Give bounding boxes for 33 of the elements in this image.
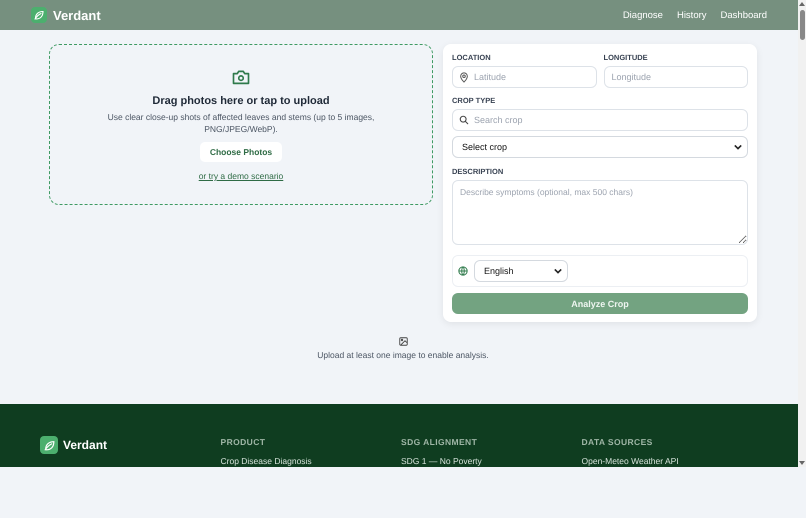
footer-heading: SDG ALIGNMENT <box>401 437 478 447</box>
description-field[interactable]: Describe symptoms (optional, max 500 chars) <box>452 180 748 245</box>
brand-name: Verdant <box>53 8 101 22</box>
footer-brand-name: Verdant <box>63 437 108 454</box>
upload-title: Drag photos here or tap to upload <box>152 95 330 107</box>
camera-icon <box>232 69 250 85</box>
upload-notice: Upload at least one image to enable analysis. <box>317 350 489 360</box>
chevron-down-icon <box>734 144 742 150</box>
language-select[interactable]: English <box>474 260 568 282</box>
demo-link[interactable]: or try a demo scenario <box>198 171 284 181</box>
scrollbar[interactable] <box>798 0 806 467</box>
scroll-up-icon[interactable] <box>799 2 805 6</box>
scroll-down-icon[interactable] <box>799 461 805 465</box>
image-icon <box>398 337 408 346</box>
latitude-field[interactable]: Latitude <box>452 66 596 88</box>
crop-search-field[interactable]: Search crop <box>452 109 748 131</box>
upload-dropzone[interactable]: Drag photos here or tap to upload Use clear close-up shots of affected leaves and stems (up to 5 images, PNG/JPEG/WebP). Choose Photos or try a demo scenario <box>49 44 433 205</box>
chevron-down-icon <box>554 268 562 274</box>
footer-link[interactable]: SDG 1 — No Poverty <box>401 456 582 466</box>
crop-select[interactable]: Select crop <box>452 136 748 158</box>
scrollbar-thumb[interactable] <box>800 10 804 40</box>
globe-icon <box>458 266 468 276</box>
footer-link[interactable]: Crop Disease Diagnosis <box>220 456 401 466</box>
longitude-field[interactable]: Longitude <box>604 66 748 88</box>
leaf-logo-icon <box>40 436 58 454</box>
leaf-logo-icon <box>31 7 47 23</box>
footer-heading: DATA SOURCES <box>582 437 654 447</box>
upload-hint: Use clear close-up shots of affected leaves and stems (up to 5 images, PNG/JPEG/WebP). <box>106 112 376 135</box>
search-icon <box>459 115 469 125</box>
location-pin-icon <box>459 72 469 83</box>
footer-heading: PRODUCT <box>220 437 266 447</box>
footer-link[interactable]: Open-Meteo Weather API <box>582 456 762 466</box>
choose-photos-button[interactable]: Choose Photos <box>200 142 282 162</box>
